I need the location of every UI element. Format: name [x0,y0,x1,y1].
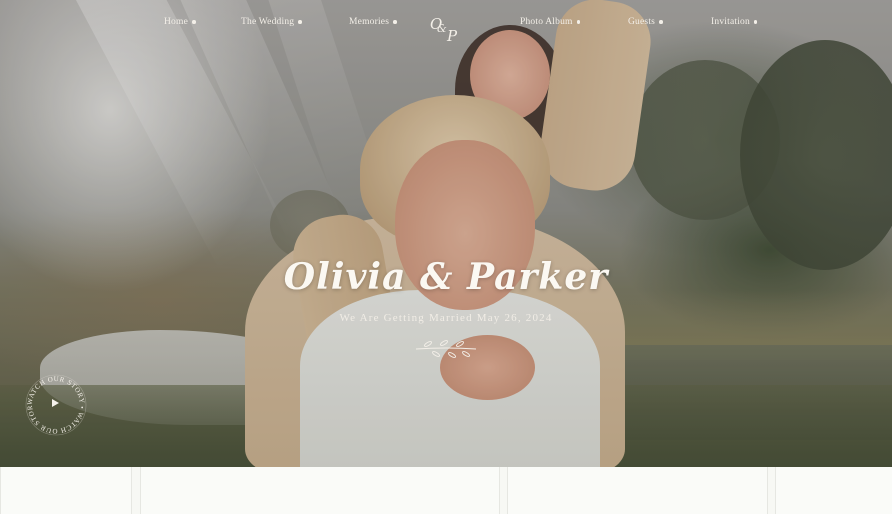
nav-label: Invitation [711,17,750,27]
nav-item-photo-album[interactable]: Photo Album [520,17,581,27]
dot-icon [576,20,581,24]
main-nav: Home The Wedding Memories O & P Photo Al… [0,13,892,45]
nav-item-guests[interactable]: Guests [628,17,663,27]
photo-overlay [0,0,892,467]
content-card [140,467,500,514]
dot-icon [659,20,663,24]
nav-label: The Wedding [241,17,295,27]
nav-item-the-wedding[interactable]: The Wedding [241,17,302,27]
dot-icon [298,20,302,24]
nav-item-memories[interactable]: Memories [349,17,397,27]
dot-icon [192,20,196,24]
nav-label: Home [164,17,189,27]
nav-label: Photo Album [520,17,573,27]
content-card [775,467,892,514]
olive-branch-icon [415,340,477,358]
site-logo[interactable]: O & P [428,15,462,49]
nav-item-home[interactable]: Home [164,17,196,27]
play-icon[interactable] [52,399,59,407]
dot-icon [393,20,397,24]
nav-label: Guests [628,17,656,27]
nav-label: Memories [349,17,390,27]
content-card [507,467,768,514]
couple-names-title: Olivia & Parker [283,256,609,298]
wedding-date-subtitle: We Are Getting Married May 26, 2024 [339,312,553,324]
content-section [0,467,892,514]
hero-section: Home The Wedding Memories O & P Photo Al… [0,0,892,467]
logo-ampersand: & [437,22,447,35]
dot-icon [753,20,758,24]
content-card [0,467,132,514]
logo-initial-p: P [447,27,458,45]
nav-item-invitation[interactable]: Invitation [711,17,758,27]
